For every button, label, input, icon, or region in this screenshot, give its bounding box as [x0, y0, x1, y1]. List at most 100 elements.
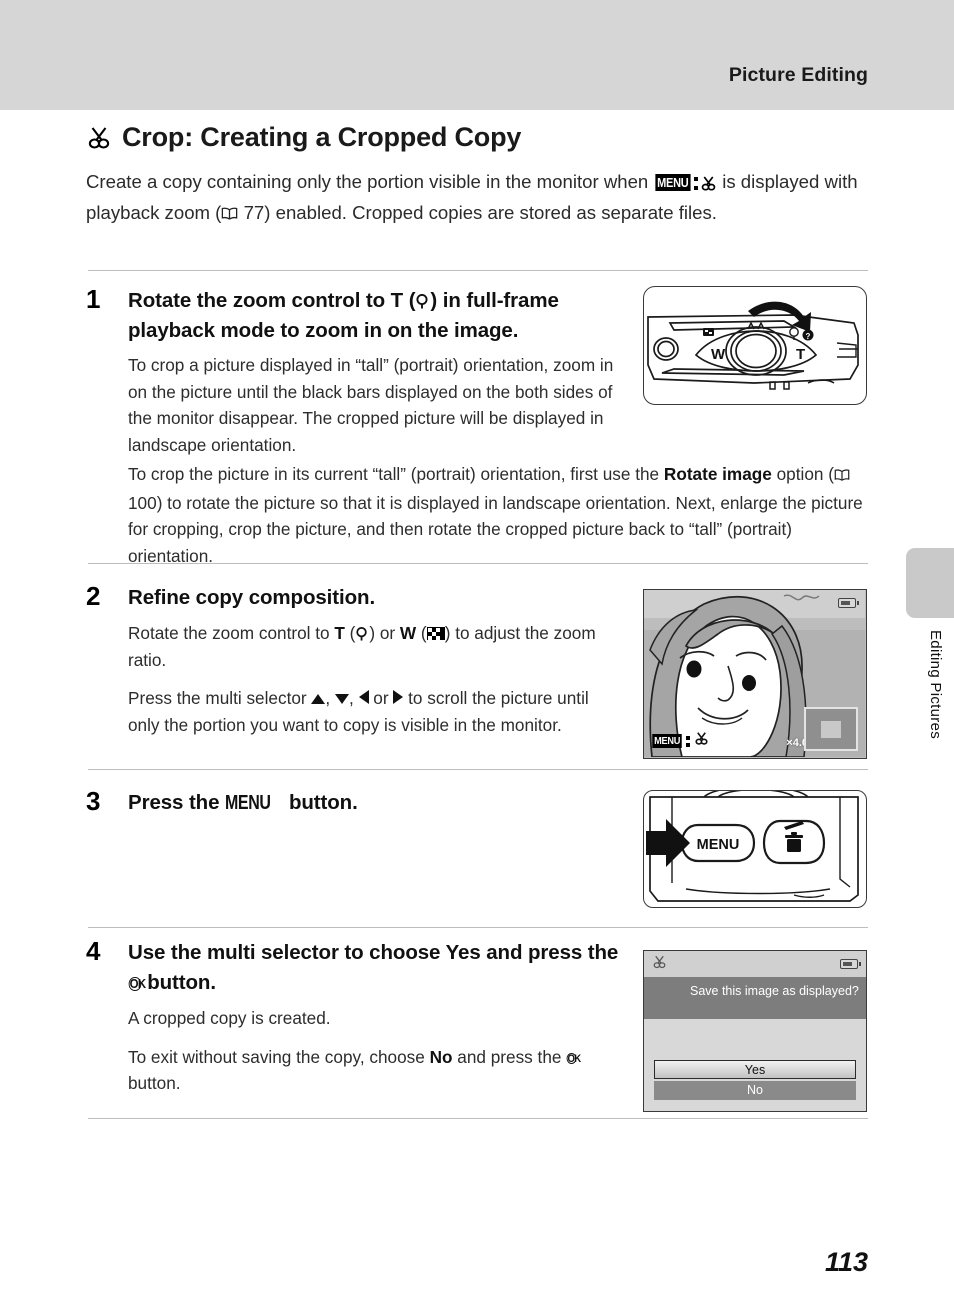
step-4-p2-a: To exit without saving the copy, choose [128, 1046, 430, 1067]
magnifier-icon [415, 289, 430, 312]
step-1-p2-a: To crop the picture in its current “tall… [128, 464, 664, 484]
ok-button-icon: OK [566, 1052, 581, 1065]
step-4-title-b: and press the [480, 941, 619, 964]
step-4-p2-c: button. [128, 1073, 181, 1093]
zoom-wide-label: W [711, 346, 726, 363]
ok-button-icon: OK [128, 976, 146, 992]
step-2-paragraph-1: Rotate the zoom control to T () or W () … [128, 620, 620, 673]
step-1-number: 1 [86, 284, 101, 314]
step-1-body-2: To crop the picture in its current “tall… [128, 461, 870, 569]
dialog-option-no[interactable]: No [654, 1081, 856, 1100]
step-2-p1-a: Rotate the zoom control to [128, 623, 335, 643]
step-1-p2-b: option ( [771, 464, 834, 484]
figure-camera-back-menu-button: MENU [643, 790, 867, 908]
no-option-name: No [429, 1046, 453, 1067]
page-number: 113 [824, 1247, 868, 1277]
step-4-paragraph-1: A cropped copy is created. [128, 1008, 331, 1028]
scissors-icon [700, 175, 717, 192]
menu-badge-icon: MENU [652, 734, 682, 748]
book-icon [834, 463, 850, 490]
menu-button-label: MENU [697, 837, 740, 853]
scissors-icon [694, 731, 709, 751]
figure-confirm-save-dialog: Save this image as displayed? Yes No [643, 950, 867, 1112]
dots-separator-icon [694, 176, 699, 190]
divider-above-step-4 [88, 927, 868, 928]
lcd-message: Save this image as displayed? [644, 977, 866, 1019]
page-header-title: Picture Editing [728, 64, 868, 86]
divider-above-step-3 [88, 769, 868, 770]
divider-below-step-4 [88, 1118, 868, 1119]
section-heading: Crop: Creating a Cropped Copy [86, 122, 521, 153]
lcd-dialog: Save this image as displayed? Yes No [644, 951, 866, 1111]
step-1-paren-open: ( [403, 289, 416, 312]
step-4-title: Use the multi selector to choose Yes and… [128, 938, 620, 998]
step-1-body-1: To crop a picture displayed in “tall” (p… [128, 352, 620, 458]
step-2-p2-c: , [348, 688, 359, 708]
crop-guide-box [804, 707, 858, 751]
lcd-blank-area [644, 1019, 866, 1060]
intro-page-ref: 77 [243, 202, 265, 223]
dots-separator-icon [686, 735, 691, 747]
zoom-tele-label: T [796, 346, 805, 363]
arrow-up-icon [311, 693, 326, 704]
step-3-title-a: Press the [128, 791, 225, 814]
arrow-left-icon [358, 689, 369, 704]
step-4-number: 4 [86, 936, 101, 966]
step-2-p1-c: ) or [369, 623, 400, 643]
wide-label: W [399, 623, 417, 643]
step-4-title-a: Use the multi selector to choose [128, 941, 446, 964]
divider-above-step-1 [88, 270, 868, 271]
tele-label: T [390, 289, 404, 312]
step-2-body: Rotate the zoom control to T () or W () … [128, 620, 620, 738]
step-3-title: Press the MENU button. [128, 788, 620, 818]
dialog-option-yes[interactable]: Yes [654, 1060, 856, 1079]
step-1-paragraph-1: To crop a picture displayed in “tall” (p… [128, 355, 614, 455]
scissors-icon [652, 954, 667, 975]
page-header-band [0, 0, 954, 110]
thumbnail-icon [426, 626, 445, 641]
section-heading-text: Crop: Creating a Cropped Copy [122, 122, 522, 152]
rotate-image-option-name: Rotate image [663, 464, 772, 484]
menu-text-label: MENU [225, 791, 271, 814]
step-4-title-c: button. [141, 971, 216, 994]
step-2-p2-b: , [325, 688, 335, 708]
step-2-p2-a: Press the multi selector [128, 688, 312, 708]
battery-icon [838, 598, 859, 608]
svg-text:?: ? [806, 332, 811, 341]
menu-badge-icon: MENU [655, 173, 691, 191]
scissors-icon [86, 125, 112, 151]
battery-icon [840, 959, 861, 969]
step-2-number: 2 [86, 581, 101, 611]
side-tab-marker [906, 548, 954, 618]
step-1-title: Rotate the zoom control to T () in full-… [128, 286, 620, 346]
figure-monitor-crop-preview: MENU ×4.0 [643, 589, 867, 759]
lcd-top-bar [644, 951, 866, 977]
side-tab-label: Editing Pictures [927, 630, 944, 740]
intro-text-3: ) enabled. Cropped copies are stored as … [264, 202, 717, 223]
step-2-title: Refine copy composition. [128, 586, 376, 609]
step-3-number: 3 [86, 786, 101, 816]
step-2-paragraph-2: Press the multi selector , , or to scrol… [128, 685, 620, 738]
step-1-p2-c: ) to rotate the picture so that it is di… [128, 492, 863, 566]
monitor-osd-menu-hint: MENU [651, 731, 709, 751]
step-2-p1-d: ( [416, 623, 427, 643]
tele-label: T [334, 623, 345, 643]
arrow-down-icon [334, 693, 349, 704]
step-2-p2-d: or [368, 688, 394, 708]
yes-option-name: Yes [445, 941, 481, 964]
manual-page: Picture Editing Crop: Creating a Cropped… [0, 0, 954, 1314]
step-4-paragraph-2: To exit without saving the copy, choose … [128, 1044, 620, 1097]
step-4-p2-b: and press the [452, 1046, 567, 1067]
step-1-page-ref: 100 [128, 492, 157, 513]
step-3-title-b: button. [283, 791, 358, 814]
step-2-p1-b: ( [344, 623, 356, 643]
arrow-right-icon [393, 689, 404, 704]
figure-camera-top-zoom-control: ? W T [643, 286, 867, 405]
intro-text-1: Create a copy containing only the portio… [86, 171, 654, 192]
monitor-screen: MENU ×4.0 [644, 590, 866, 758]
book-icon [221, 199, 238, 230]
step-4-body: A cropped copy is created. To exit witho… [128, 1005, 620, 1097]
intro-paragraph: Create a copy containing only the portio… [86, 166, 868, 230]
step-1-title-text-a: Rotate the zoom control to [128, 289, 391, 312]
step-1-paragraph-2: To crop the picture in its current “tall… [128, 461, 870, 569]
